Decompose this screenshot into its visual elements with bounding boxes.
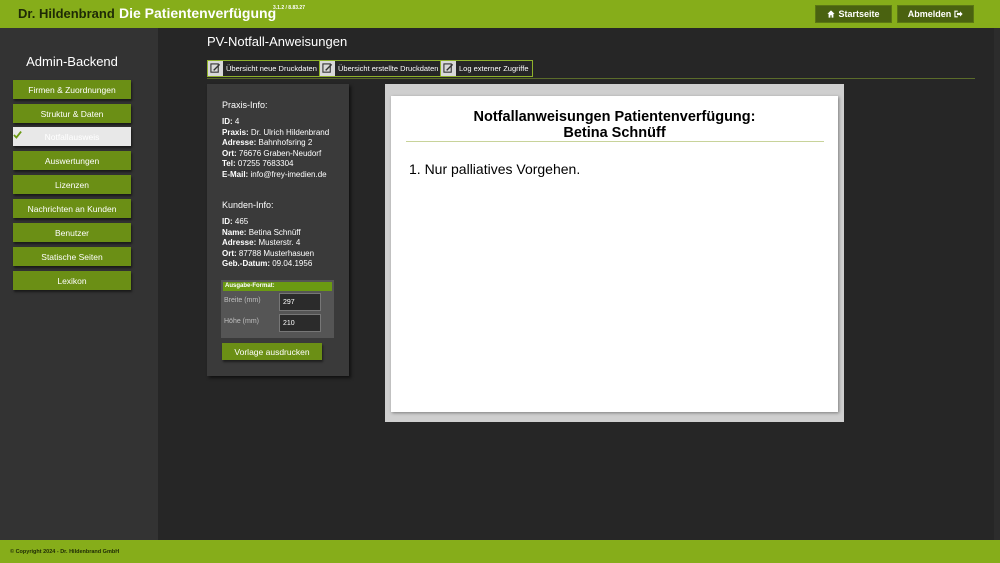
width-input[interactable]	[279, 293, 321, 311]
sidebar-item-label: Nachrichten an Kunden	[27, 203, 117, 214]
preview-page: Notfallanweisungen Patientenverfügung: B…	[391, 96, 838, 412]
sidebar-item-lexikon[interactable]: Lexikon	[13, 271, 131, 290]
logout-button[interactable]: Abmelden	[897, 5, 974, 23]
praxis-info: ID: 4 Praxis: Dr. Ulrich Hildenbrand Adr…	[222, 117, 329, 180]
scrollbar-track[interactable]	[994, 28, 1000, 540]
sidebar-item-label: Benutzer	[54, 227, 90, 238]
sidebar: Admin-Backend Firmen & Zuordnungen Struk…	[0, 28, 158, 540]
tab-label: Übersicht erstellte Druckdaten	[338, 64, 439, 73]
edit-icon	[441, 61, 456, 76]
instruction-item: 1. Nur palliatives Vorgehen.	[409, 161, 581, 177]
info-panel: Praxis-Info: ID: 4 Praxis: Dr. Ulrich Hi…	[207, 84, 349, 376]
sidebar-item-statische-seiten[interactable]: Statische Seiten	[13, 247, 131, 266]
tab-label: Übersicht neue Druckdaten	[226, 64, 317, 73]
home-icon	[827, 10, 836, 18]
sidebar-item-label: Firmen & Zuordnungen	[28, 84, 116, 95]
sign-out-icon	[954, 10, 963, 18]
brand-name: Dr. Hildenbrand	[18, 6, 115, 21]
sidebar-item-label: Notfallausweis	[44, 131, 100, 142]
document-divider	[406, 141, 824, 142]
print-template-button[interactable]: Vorlage ausdrucken	[222, 343, 322, 360]
kunde-city-row: Ort: 87788 Musterhasuen	[222, 248, 315, 258]
preview-frame: Notfallanweisungen Patientenverfügung: B…	[385, 84, 844, 422]
output-format-heading: Ausgabe-Format:	[223, 282, 332, 291]
sidebar-item-label: Struktur & Daten	[40, 108, 104, 119]
praxis-address-row: Adresse: Bahnhofsring 2	[222, 138, 313, 147]
divider	[207, 78, 975, 79]
sidebar-title: Admin-Backend	[26, 54, 118, 69]
tab-log-zugriffe[interactable]: Log externer Zugriffe	[440, 60, 533, 77]
home-button[interactable]: Startseite	[815, 5, 892, 23]
sidebar-item-auswertungen[interactable]: Auswertungen	[13, 151, 131, 170]
sidebar-item-benutzer[interactable]: Benutzer	[13, 223, 131, 242]
tab-label: Log externer Zugriffe	[459, 64, 529, 73]
top-bar: Dr. Hildenbrand Die Patientenverfügung 3…	[0, 0, 1000, 28]
kunde-id-row: ID: 465	[222, 217, 249, 226]
document-title-line1: Notfallanweisungen Patientenverfügung:	[473, 109, 756, 125]
page-title: PV-Notfall-Anweisungen	[207, 34, 348, 49]
home-button-label: Startseite	[838, 9, 880, 19]
footer: © Copyright 2024 - Dr. Hildenbrand GmbH	[0, 540, 1000, 563]
check-icon	[13, 131, 22, 139]
tab-erstellte-druckdaten[interactable]: Übersicht erstellte Druckdaten	[319, 60, 443, 77]
sidebar-item-nachrichten[interactable]: Nachrichten an Kunden	[13, 199, 131, 218]
document-title: Notfallanweisungen Patientenverfügung: B…	[391, 109, 838, 141]
edit-icon	[320, 61, 335, 76]
version-label: 3.1.2 / 8.83.27	[273, 5, 305, 11]
sidebar-item-label: Auswertungen	[44, 155, 100, 166]
output-format-box: Ausgabe-Format: Breite (mm) Höhe (mm)	[221, 280, 334, 338]
sidebar-item-label: Lizenzen	[54, 179, 90, 190]
sidebar-item-firmen[interactable]: Firmen & Zuordnungen	[13, 80, 131, 99]
kunde-birthdate-row: Geb.-Datum: 09.04.1956	[222, 259, 313, 268]
praxis-name-row: Praxis: Dr. Ulrich Hildenbrand	[222, 127, 330, 137]
praxis-email-row: E-Mail: info@frey-imedien.de	[222, 169, 327, 179]
sidebar-item-notfallausweis[interactable]: Notfallausweis	[13, 127, 131, 146]
kunde-address-row: Adresse: Musterstr. 4	[222, 238, 301, 247]
kunde-name-row: Name: Betina Schnüff	[222, 227, 301, 237]
sidebar-item-lizenzen[interactable]: Lizenzen	[13, 175, 131, 194]
praxis-city-row: Ort: 76676 Graben-Neudorf	[222, 148, 322, 158]
edit-icon	[208, 61, 223, 76]
document-title-line2: Betina Schnüff	[563, 125, 666, 141]
praxis-info-heading: Praxis-Info:	[222, 100, 268, 110]
praxis-phone-row: Tel: 07255 7683304	[222, 159, 294, 168]
praxis-id-row: ID: 4	[222, 117, 240, 126]
copyright-text: © Copyright 2024 - Dr. Hildenbrand GmbH	[10, 549, 120, 555]
print-template-button-label: Vorlage ausdrucken	[234, 346, 310, 357]
width-label: Breite (mm)	[224, 297, 261, 304]
sidebar-item-label: Lexikon	[57, 275, 87, 286]
kunden-info: ID: 465 Name: Betina Schnüff Adresse: Mu…	[222, 217, 314, 270]
sidebar-item-label: Statische Seiten	[41, 251, 103, 262]
height-label: Höhe (mm)	[224, 318, 260, 325]
sidebar-item-struktur[interactable]: Struktur & Daten	[13, 104, 131, 123]
logout-button-label: Abmelden	[907, 9, 952, 19]
tab-neue-druckdaten[interactable]: Übersicht neue Druckdaten	[207, 60, 321, 77]
kunden-info-heading: Kunden-Info:	[222, 200, 274, 210]
height-input[interactable]	[279, 314, 321, 332]
app-name: Die Patientenverfügung	[119, 5, 277, 21]
